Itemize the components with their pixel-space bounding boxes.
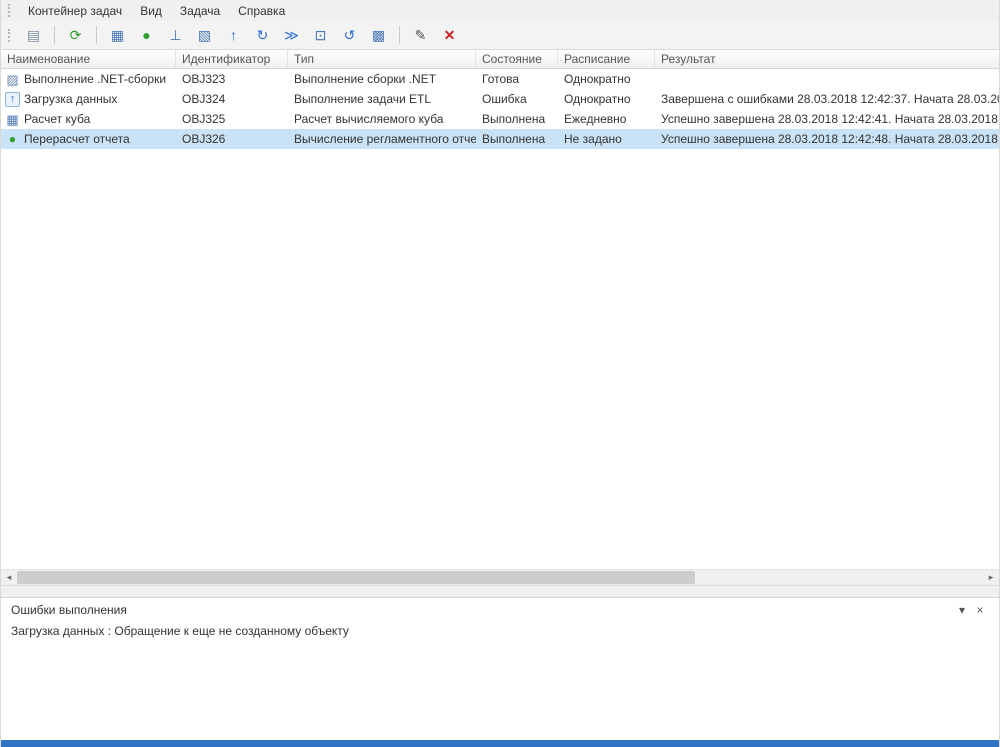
task-name: Расчет куба xyxy=(24,109,90,129)
sync-task-button[interactable]: ↺ xyxy=(337,24,362,47)
task-id-cell: OBJ326 xyxy=(176,129,288,149)
column-header-schedule[interactable]: Расписание xyxy=(558,50,655,68)
panel-close-button[interactable]: × xyxy=(971,603,989,617)
net-assembly-icon: ▨ xyxy=(5,72,20,87)
refresh-icon: ⟳ xyxy=(70,28,82,42)
toolbar-separator xyxy=(54,26,55,44)
start-task-button[interactable]: ● xyxy=(134,24,159,47)
horizontal-scrollbar[interactable]: ◂ ▸ xyxy=(1,569,999,585)
scroll-right-icon[interactable]: ▸ xyxy=(983,570,999,585)
save-icon: ▤ xyxy=(27,28,40,42)
task-id-cell: OBJ323 xyxy=(176,69,288,89)
export-task-button[interactable]: ⊡ xyxy=(308,24,333,47)
panel-splitter[interactable] xyxy=(1,585,999,597)
toolbar: ▤ ⟳ ▦ ● ⊥ ▧ ↑ ↻ ≫ ⊡ ↺ xyxy=(1,21,999,50)
toolbar-separator xyxy=(96,26,97,44)
task-type-cell: Расчет вычисляемого куба xyxy=(288,109,476,129)
task-name: Перерасчет отчета xyxy=(24,129,130,149)
app-window: Контейнер задач Вид Задача Справка ▤ ⟳ ▦… xyxy=(0,0,1000,747)
upload-icon: ↑ xyxy=(230,28,237,42)
table-row-selected[interactable]: ● Перерасчет отчета OBJ326 Вычисление ре… xyxy=(1,129,999,149)
menu-help[interactable]: Справка xyxy=(229,1,294,21)
process-task-button[interactable]: ↻ xyxy=(250,24,275,47)
scrollbar-track[interactable] xyxy=(17,570,983,585)
column-header-type[interactable]: Тип xyxy=(288,50,476,68)
task-result-cell xyxy=(655,69,999,89)
save-button[interactable]: ▤ xyxy=(21,24,46,47)
menu-bar: Контейнер задач Вид Задача Справка xyxy=(1,0,999,21)
package-icon: ▩ xyxy=(372,28,385,42)
task-schedule-cell: Однократно xyxy=(558,89,655,109)
column-header-state[interactable]: Состояние xyxy=(476,50,558,68)
task-schedule-cell: Однократно xyxy=(558,69,655,89)
task-type-cell: Вычисление регламентного отчета xyxy=(288,129,476,149)
run-icon: ≫ xyxy=(284,28,299,42)
report-recalc-icon: ● xyxy=(5,132,20,147)
task-type-cell: Выполнение задачи ETL xyxy=(288,89,476,109)
grid-header: Наименование Идентификатор Тип Состояние… xyxy=(1,50,999,69)
upload-task-button[interactable]: ↑ xyxy=(221,24,246,47)
start-icon: ● xyxy=(142,28,150,42)
task-result-cell: Завершена с ошибками 28.03.2018 12:42:37… xyxy=(655,89,999,109)
task-result-cell: Успешно завершена 28.03.2018 12:42:48. Н… xyxy=(655,129,999,149)
menubar-grip[interactable] xyxy=(8,4,14,17)
hierarchy-icon: ⊥ xyxy=(169,28,181,42)
panel-collapse-button[interactable]: ▾ xyxy=(953,603,971,617)
edit-pencil-icon: ✎ xyxy=(415,28,427,42)
data-load-icon: ↑ xyxy=(5,92,20,107)
menu-view[interactable]: Вид xyxy=(131,1,171,21)
toolbar-grip[interactable] xyxy=(8,29,14,42)
task-state-cell: Выполнена xyxy=(476,109,558,129)
chart-icon: ▧ xyxy=(198,28,211,42)
process-icon: ↻ xyxy=(257,28,269,42)
task-id-cell: OBJ325 xyxy=(176,109,288,129)
task-id-cell: OBJ324 xyxy=(176,89,288,109)
delete-icon: ✕ xyxy=(444,28,456,42)
cube-icon: ▦ xyxy=(5,112,20,127)
task-result-cell: Успешно завершена 28.03.2018 12:42:41. Н… xyxy=(655,109,999,129)
task-type-cell: Выполнение сборки .NET xyxy=(288,69,476,89)
scroll-left-icon[interactable]: ◂ xyxy=(1,570,17,585)
cube-icon: ▦ xyxy=(111,28,124,42)
run-task-button[interactable]: ≫ xyxy=(279,24,304,47)
task-state-cell: Ошибка xyxy=(476,89,558,109)
toolbar-separator xyxy=(399,26,400,44)
task-schedule-cell: Не задано xyxy=(558,129,655,149)
sync-icon: ↺ xyxy=(344,28,356,42)
column-header-result[interactable]: Результат xyxy=(655,50,999,68)
task-name-cell: ● Перерасчет отчета xyxy=(1,129,176,149)
task-grid: Наименование Идентификатор Тип Состояние… xyxy=(1,50,999,585)
edit-button[interactable]: ✎ xyxy=(408,24,433,47)
task-schedule-cell: Ежедневно xyxy=(558,109,655,129)
window-frame-bottom xyxy=(1,740,999,747)
table-row[interactable]: ▦ Расчет куба OBJ325 Расчет вычисляемого… xyxy=(1,109,999,129)
grid-body: ▨ Выполнение .NET-сборки OBJ323 Выполнен… xyxy=(1,69,999,569)
chart-task-button[interactable]: ▧ xyxy=(192,24,217,47)
task-name-cell: ↑ Загрузка данных xyxy=(1,89,176,109)
task-state-cell: Выполнена xyxy=(476,129,558,149)
task-name: Загрузка данных xyxy=(24,89,117,109)
menu-task[interactable]: Задача xyxy=(171,1,229,21)
error-panel-header: Ошибки выполнения ▾ × xyxy=(1,598,999,622)
column-header-name[interactable]: Наименование xyxy=(1,50,176,68)
delete-button[interactable]: ✕ xyxy=(437,24,462,47)
cube-task-button[interactable]: ▦ xyxy=(105,24,130,47)
task-state-cell: Готова xyxy=(476,69,558,89)
export-icon: ⊡ xyxy=(315,28,327,42)
table-row[interactable]: ▨ Выполнение .NET-сборки OBJ323 Выполнен… xyxy=(1,69,999,89)
error-message: Загрузка данных : Обращение к еще не соз… xyxy=(1,622,999,640)
menu-task-container[interactable]: Контейнер задач xyxy=(19,1,131,21)
hierarchy-button[interactable]: ⊥ xyxy=(163,24,188,47)
error-panel: Ошибки выполнения ▾ × Загрузка данных : … xyxy=(1,597,999,740)
table-row[interactable]: ↑ Загрузка данных OBJ324 Выполнение зада… xyxy=(1,89,999,109)
scrollbar-thumb[interactable] xyxy=(17,571,695,584)
task-name: Выполнение .NET-сборки xyxy=(24,69,166,89)
task-name-cell: ▦ Расчет куба xyxy=(1,109,176,129)
error-panel-title: Ошибки выполнения xyxy=(11,603,953,617)
refresh-button[interactable]: ⟳ xyxy=(63,24,88,47)
package-task-button[interactable]: ▩ xyxy=(366,24,391,47)
column-header-id[interactable]: Идентификатор xyxy=(176,50,288,68)
task-name-cell: ▨ Выполнение .NET-сборки xyxy=(1,69,176,89)
